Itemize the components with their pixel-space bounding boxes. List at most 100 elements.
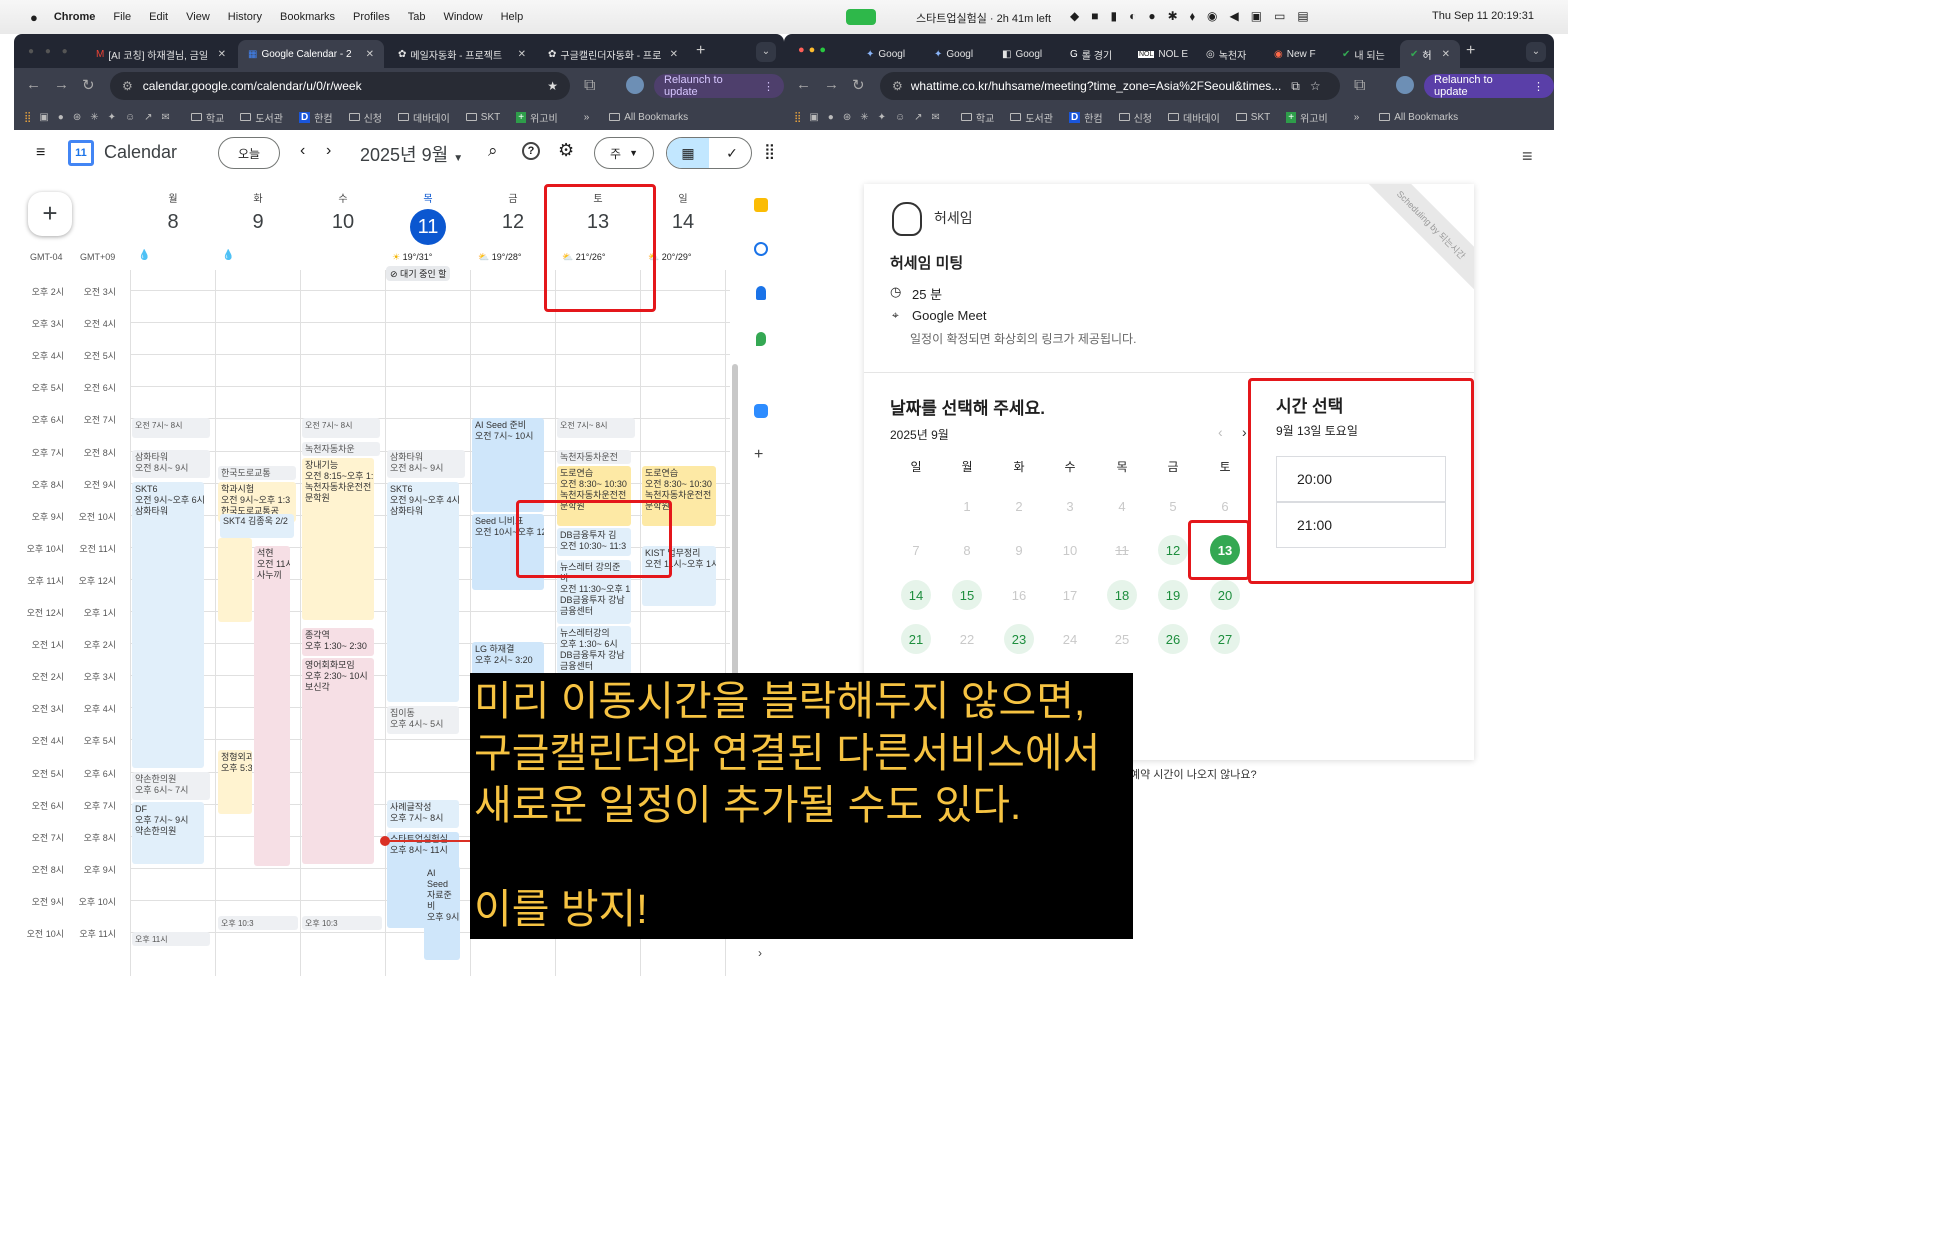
calendar-event[interactable]: 집이동 오후 4시~ 5시 [387,706,459,734]
today-button[interactable]: 오늘 [218,137,280,169]
menu-bookmarks[interactable]: Bookmarks [280,11,335,23]
date-cell[interactable]: 19 [1158,580,1188,610]
calendar-event[interactable]: 석현 오전 11시 사누끼 [254,546,290,866]
all-bookmarks[interactable]: All Bookmarks [1379,112,1458,123]
calendar-event[interactable]: 삼화타워 오전 8시~ 9시 [387,450,465,478]
date-cell[interactable]: 26 [1158,624,1188,654]
month-selector[interactable]: 2025년 9월 ▼ [360,141,463,167]
relaunch-button[interactable]: Relaunch to update ⋮ [654,74,784,98]
bookmark-folder[interactable]: SKT [1235,112,1270,123]
bookmark-folder[interactable]: 도서관 [240,110,283,125]
tab-google-2[interactable]: ✦ Googl [924,40,990,68]
date-cell[interactable]: 15 [952,580,982,610]
calendar-event[interactable]: SKT4 김종욱 2/2 [220,514,294,538]
calendar-event[interactable]: 한국도로교통 [218,466,296,480]
calendar-event[interactable]: 녹천자동차운 [302,442,380,456]
url-text[interactable]: calendar.google.com/calendar/u/0/r/week [143,79,362,93]
bookmark-folder[interactable]: 학교 [960,110,994,125]
zoom-icon[interactable] [754,404,768,418]
date-cell[interactable]: 12 [1158,535,1188,565]
calendar-event[interactable]: 뉴스레터강의 오후 1:30~ 6시 DB금융투자 강남 금융센터 [557,626,631,674]
tab-calendar-automation[interactable]: ✿ 구글캘린더자동화 - 프로 ✕ [538,40,688,68]
bookmark-folder[interactable]: 신청 [348,110,382,125]
calendar-event[interactable]: 오후 10:3 [218,916,298,930]
menu-file[interactable]: File [113,11,131,23]
day-number[interactable]: 9 [218,211,298,234]
pending-tasks-chip[interactable]: ⊘ 대기 중인 할 [386,266,451,281]
tasks-view-icon[interactable]: ✓ [711,138,751,168]
apple-icon[interactable]: ● [30,10,38,25]
back-icon[interactable]: ← [26,76,41,93]
date-cell[interactable]: 20 [1210,580,1240,610]
avatar[interactable] [1396,76,1414,94]
help-link[interactable]: 예약 시간이 나오지 않나요? [1130,766,1257,782]
search-icon[interactable]: ⌕ [488,141,498,161]
day-header-mon[interactable]: 월8 [133,190,213,234]
focus-timer[interactable]: 스타트업실험실 · 2h 41m left [916,10,1051,26]
calendar-event[interactable] [218,538,252,622]
bookmark-item[interactable]: D 한컴 [1068,110,1103,125]
maps-icon[interactable] [756,332,766,346]
tab-gmail[interactable]: M [AI 코칭] 하재결님, 금일 ✕ [86,40,236,68]
overflow-chevron-icon[interactable]: » [584,112,590,123]
tab-google-calendar[interactable]: ▦ Google Calendar - 2 ✕ [238,40,384,68]
address-bar[interactable]: ⚙ calendar.google.com/calendar/u/0/r/wee… [110,72,570,100]
site-info-icon[interactable]: ⚙ [122,79,133,93]
close-icon[interactable]: ✕ [212,49,226,60]
menu-view[interactable]: View [186,11,210,23]
calendar-event[interactable]: AI Seed 자료준 비 오후 9시 [424,866,460,960]
menubar-clock[interactable]: Thu Sep 11 20:19:31 [1432,10,1534,22]
install-app-icon[interactable]: ⧉ [1291,79,1300,94]
prev-week-icon[interactable]: ‹ [300,142,305,160]
calendar-event[interactable]: 사례글작성 오후 7시~ 8시 [387,800,459,828]
date-cell[interactable]: 23 [1004,624,1034,654]
day-header-thu[interactable]: 목 11 [388,190,468,245]
calendar-event[interactable]: SKT6 오전 9시~오후 4시 삼화타워 [387,482,459,702]
calendar-event[interactable]: 정형외과 오후 5:3 [218,750,252,814]
window-controls[interactable]: ●●● [798,44,830,56]
help-icon[interactable]: ? [522,142,540,160]
calendar-event[interactable]: 녹천자동차운전 [557,450,631,464]
calendar-event[interactable]: 오후 10:3 [302,916,382,930]
bookmark-star-icon[interactable]: ★ [547,79,558,93]
tab-search-icon[interactable]: ⌄ [1526,42,1546,62]
more-icon[interactable]: ⋮ [763,80,774,93]
tab-nol[interactable]: NOL NOL E [1128,40,1194,68]
day-number[interactable]: 12 [473,211,553,234]
tab-google-3[interactable]: ◧ Googl [992,40,1058,68]
url-text[interactable]: whattime.co.kr/huhsame/meeting?time_zone… [911,79,1282,93]
site-info-icon[interactable]: ⚙ [892,79,903,93]
bookmark-folder[interactable]: 신청 [1118,110,1152,125]
tab-nokcheon[interactable]: ◎ 녹천자 [1196,40,1262,68]
next-month-icon[interactable]: › [1242,424,1247,440]
tab-lol[interactable]: G롤 경기 [1060,40,1126,68]
calendar-event[interactable]: DF 오후 7시~ 9시 약손한의원 [132,802,204,864]
tab-new[interactable]: ◉ New F [1264,40,1330,68]
date-cell[interactable]: 27 [1210,624,1240,654]
calendar-event[interactable]: 삼화타워 오전 8시~ 9시 [132,450,210,478]
calendar-event[interactable]: 장내기능 오전 8:15~오후 1: 녹천자동차운전전 문학원 [302,458,374,620]
extensions-icon[interactable]: ⧉ [1354,77,1365,95]
close-icon[interactable]: ✕ [512,49,526,60]
back-icon[interactable]: ← [796,76,811,93]
tab-google-1[interactable]: ✦ Googl [856,40,922,68]
calendar-event[interactable]: LG 하재결 오후 2시~ 3:20 [472,642,544,676]
calendar-event[interactable]: 영어회화모임 오후 2:30~ 10시 보신각 [302,658,374,864]
bookmark-folder[interactable]: 학교 [190,110,224,125]
calendar-event[interactable]: 오전 7시~ 8시 [557,418,635,438]
tab-naedoe[interactable]: ✔ 내 되는 [1332,40,1398,68]
calendar-event[interactable]: 종각역 오후 1:30~ 2:30 [302,628,374,656]
forward-icon[interactable]: → [54,76,69,93]
bookmark-item[interactable]: + 위고비 [516,110,558,125]
tab-mail-automation[interactable]: ✿ 메일자동화 - 프로젝트 ✕ [388,40,536,68]
collapse-panel-icon[interactable]: › [758,946,762,960]
close-icon[interactable]: ✕ [360,49,374,60]
extensions-icon[interactable]: ⧉ [584,77,595,95]
more-icon[interactable]: ⋮ [1533,80,1544,93]
keep-icon[interactable] [754,198,768,212]
date-cell[interactable]: 21 [901,624,931,654]
tasks-icon[interactable] [754,242,768,256]
day-number[interactable]: 10 [303,211,383,234]
day-number[interactable]: 8 [133,211,213,234]
bookmark-folder[interactable]: SKT [465,112,500,123]
